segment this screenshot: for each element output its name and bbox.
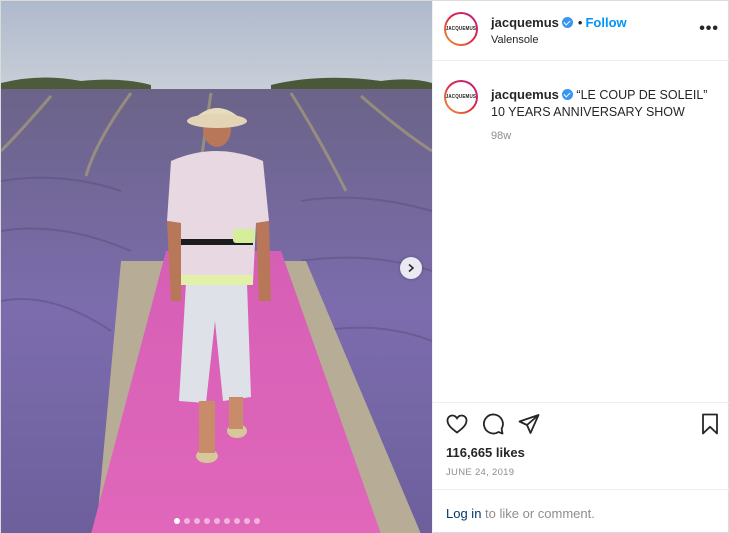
login-prompt-text: to like or comment.: [481, 506, 595, 521]
caption-text: jacquemus “LE COUP DE SOLEIL” 10 YEARS A…: [491, 86, 719, 121]
avatar-logo: JACQUEMUS: [445, 26, 477, 32]
avatar[interactable]: JACQUEMUS: [444, 12, 478, 46]
login-link[interactable]: Log in: [446, 506, 481, 521]
carousel-dot: [173, 518, 180, 524]
bookmark-icon: [702, 413, 718, 435]
post-side-panel: JACQUEMUS jacquemus • Follow Valensole •••…: [432, 1, 729, 533]
carousel-dot: [233, 518, 240, 524]
separator-bullet: •: [577, 15, 583, 30]
avatar-logo: JACQUEMUS: [445, 94, 477, 100]
heart-icon: [446, 414, 468, 434]
likes-count[interactable]: 116,665 likes: [446, 445, 525, 460]
save-button[interactable]: [698, 412, 724, 438]
caption-section: JACQUEMUS jacquemus “LE COUP DE SOLEIL” …: [433, 62, 729, 402]
carousel-dot: [203, 518, 210, 524]
carousel-dot: [253, 518, 260, 524]
share-button[interactable]: [517, 412, 543, 438]
follow-button[interactable]: Follow: [585, 15, 626, 30]
carousel-dot: [193, 518, 200, 524]
caption-line-2: 10 YEARS ANNIVERSARY SHOW: [491, 105, 685, 119]
post-date[interactable]: JUNE 24, 2019: [446, 467, 514, 478]
carousel-dot: [223, 518, 230, 524]
location-link[interactable]: Valensole: [491, 34, 539, 46]
chevron-right-icon: [408, 263, 415, 273]
header-user-line: jacquemus • Follow: [491, 15, 627, 30]
login-prompt: Log in to like or comment.: [446, 506, 595, 521]
actions-section: 116,665 likes JUNE 24, 2019 Log in to li…: [433, 402, 729, 533]
comment-button[interactable]: [481, 412, 507, 438]
next-photo-button[interactable]: [400, 257, 422, 279]
more-options-button[interactable]: •••: [699, 21, 719, 37]
caption-avatar[interactable]: JACQUEMUS: [444, 80, 478, 114]
username-link[interactable]: jacquemus: [491, 15, 559, 30]
carousel-dot: [213, 518, 220, 524]
verified-badge-icon: [561, 89, 573, 100]
instagram-post: JACQUEMUS jacquemus • Follow Valensole •••…: [0, 0, 729, 533]
verified-badge-icon: [561, 17, 573, 28]
comment-bar: Log in to like or comment.: [433, 489, 729, 533]
caption-username-link[interactable]: jacquemus: [491, 87, 559, 102]
post-header: JACQUEMUS jacquemus • Follow Valensole •••: [433, 1, 729, 61]
like-button[interactable]: [445, 412, 471, 438]
carousel-dot: [243, 518, 250, 524]
caption-time: 98w: [491, 130, 512, 142]
runway-photo: [1, 1, 432, 533]
post-photo[interactable]: [1, 1, 432, 533]
comment-bubble-icon: [483, 413, 504, 435]
carousel-dot: [183, 518, 190, 524]
carousel-indicator: [1, 518, 432, 524]
paper-plane-icon: [518, 414, 540, 434]
caption-line-1: “LE COUP DE SOLEIL”: [576, 88, 708, 102]
